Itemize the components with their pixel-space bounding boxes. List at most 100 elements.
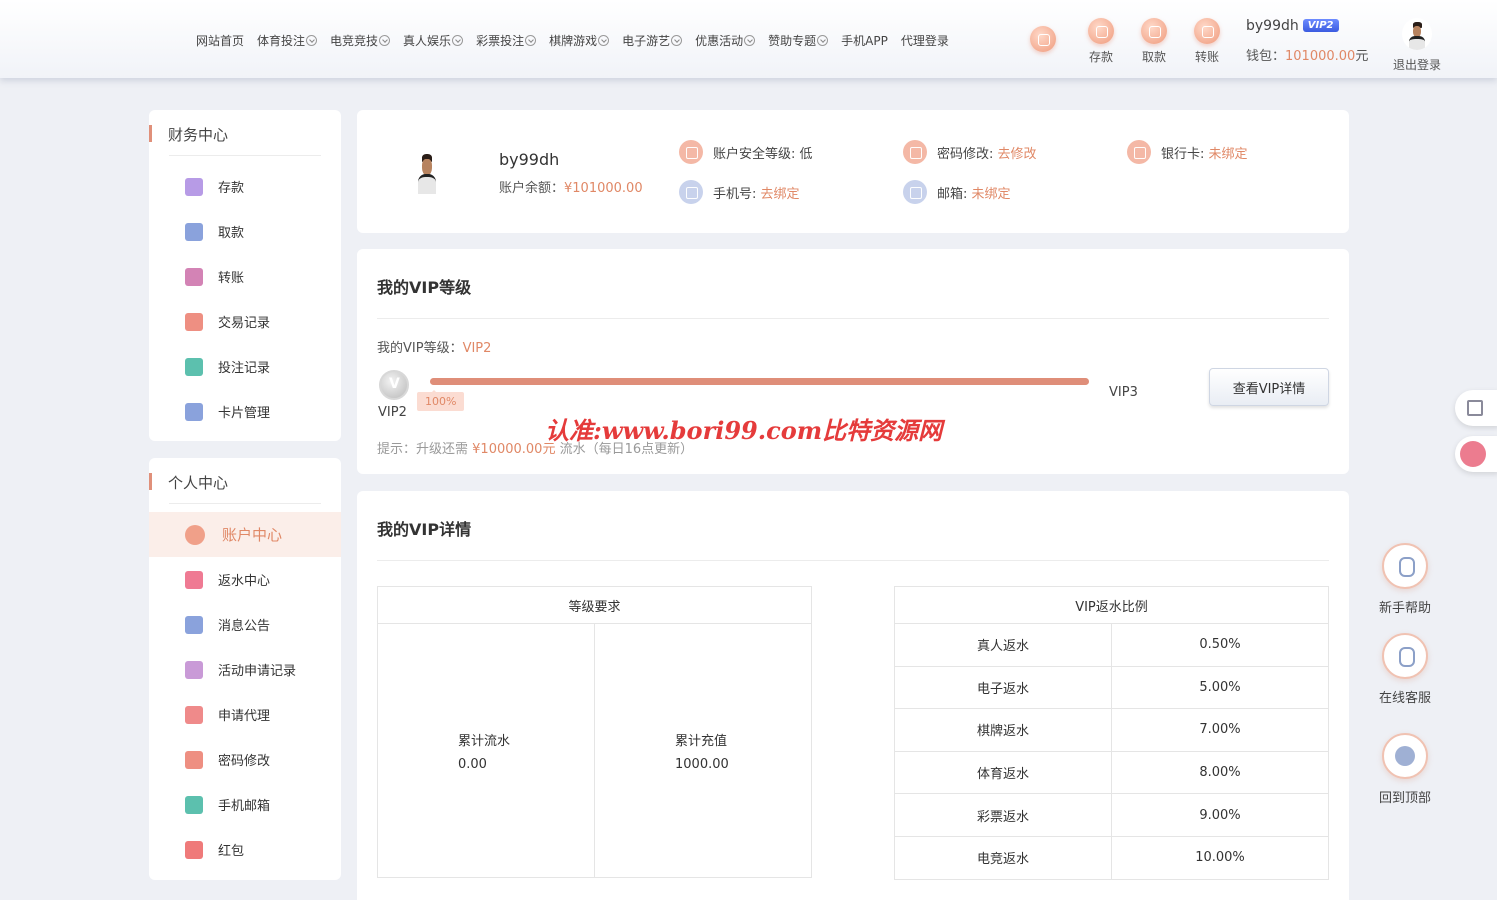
account-info-card: by99dh 账户余额：¥101000.00 账户安全等级: 低 密码修改: 去… <box>357 110 1349 233</box>
security-label: 账户安全等级: <box>713 146 796 162</box>
heart-icon <box>185 524 205 545</box>
bank-card-label: 银行卡: <box>1161 146 1205 162</box>
nav-item-label: 电子游艺 <box>622 34 671 48</box>
divider <box>169 155 321 156</box>
message-icon[interactable] <box>1030 26 1056 52</box>
sidebar-item[interactable]: 活动申请记录 <box>149 647 341 692</box>
nav-item-label: 手机APP <box>841 34 888 48</box>
header-user: by99dh VIP2 <box>1246 18 1339 34</box>
chevron-down-icon <box>452 35 464 46</box>
language-tab[interactable] <box>1455 436 1497 472</box>
wallet-amount: 101000.00 <box>1285 49 1356 64</box>
nav-item[interactable]: 电子游艺 <box>622 32 683 49</box>
mail-icon <box>903 180 927 204</box>
arrow-up-icon <box>1382 733 1428 779</box>
vip-level-label: 我的VIP等级： <box>377 341 463 356</box>
nav-item[interactable]: 彩票投注 <box>476 32 537 49</box>
rebate-row: 电子返水 5.00% <box>894 665 1329 710</box>
logout-button[interactable]: 退出登录 <box>1390 18 1444 73</box>
sidebar-item-label: 密码修改 <box>218 754 271 769</box>
nav-item[interactable]: 手机APP <box>841 32 888 49</box>
email-bind-link[interactable]: 未绑定 <box>972 183 1011 202</box>
user-avatar <box>409 148 445 194</box>
balance-label: 账户余额： <box>499 181 565 196</box>
sidebar-item[interactable]: 密码修改 <box>149 737 341 782</box>
sidebar-item[interactable]: 红包 <box>149 827 341 872</box>
sidebar-item[interactable]: 交易记录 <box>149 299 341 344</box>
security-level: 账户安全等级: 低 <box>679 140 813 164</box>
personal-center-title: 个人中心 <box>148 473 229 492</box>
beginner-help-button[interactable]: 新手帮助 <box>1372 543 1438 616</box>
sidebar-item[interactable]: 存款 <box>149 164 341 209</box>
password-label: 密码修改: <box>937 146 994 162</box>
rebate-type: 真人返水 <box>894 623 1112 667</box>
sidebar-item[interactable]: 返水中心 <box>149 557 341 602</box>
sidebar-item-label: 消息公告 <box>218 619 271 634</box>
header-transfer-label: 转账 <box>1194 50 1219 64</box>
back-to-top-label: 回到顶部 <box>1378 791 1431 806</box>
nav-item-label: 电竞竞技 <box>330 34 379 48</box>
view-vip-details-button[interactable]: 查看VIP详情 <box>1209 368 1329 406</box>
vip-details-card: 我的VIP详情 等级要求 累计流水 0.00 累计充值 1000.00 VIP返… <box>357 491 1349 900</box>
lock-icon <box>185 750 203 769</box>
nav-item[interactable]: 真人娱乐 <box>403 32 464 49</box>
rebate-type: 电竞返水 <box>894 835 1112 880</box>
sidebar-item[interactable]: 申请代理 <box>149 692 341 737</box>
header-deposit-button[interactable]: 存款 <box>1081 18 1121 65</box>
phone-bind-link[interactable]: 去绑定 <box>761 183 800 202</box>
requirement-value: 0.00 <box>458 756 487 772</box>
chevron-down-icon <box>598 35 610 46</box>
lock-icon <box>903 140 927 164</box>
nav-item[interactable]: 棋牌游戏 <box>549 32 610 49</box>
rebate-header: VIP返水比例 <box>894 586 1329 624</box>
online-service-button[interactable]: 在线客服 <box>1372 633 1438 706</box>
nav-item[interactable]: 代理登录 <box>901 32 949 49</box>
vip-progress-label: 100% <box>417 390 465 411</box>
requirement-value: 1000.00 <box>675 756 729 772</box>
vip-medal-icon <box>379 370 409 400</box>
sidebar-item[interactable]: 账户中心 <box>149 512 341 557</box>
help-label: 新手帮助 <box>1378 601 1431 616</box>
deposit-icon <box>1088 18 1114 44</box>
sidebar-item-label: 转账 <box>218 271 245 286</box>
sidebar-item[interactable]: 投注记录 <box>149 344 341 389</box>
translate-icon <box>1460 441 1486 467</box>
gift-icon <box>185 570 203 589</box>
qr-code-tab[interactable] <box>1455 390 1497 426</box>
nav-item[interactable]: 优惠活动 <box>695 32 756 49</box>
back-to-top-button[interactable]: 回到顶部 <box>1372 733 1438 806</box>
transfer-icon <box>185 267 203 286</box>
password-change-link[interactable]: 去修改 <box>998 143 1037 162</box>
nav-item[interactable]: 网站首页 <box>196 32 244 49</box>
red-packet-icon <box>185 840 203 859</box>
sidebar-item[interactable]: 取款 <box>149 209 341 254</box>
account-username: by99dh <box>499 150 560 169</box>
email-label: 邮箱: <box>937 186 968 202</box>
rebate-rate: 7.00% <box>1111 708 1329 752</box>
nav-item[interactable]: 电竞竞技 <box>330 32 391 49</box>
rebate-type: 电子返水 <box>894 665 1112 710</box>
bank-card-bind-link[interactable]: 未绑定 <box>1209 143 1248 162</box>
header-avatar <box>1402 18 1432 50</box>
wallet-unit: 元 <box>1355 49 1369 64</box>
nav-item[interactable]: 体育投注 <box>257 32 318 49</box>
rebate-rate: 0.50% <box>1111 623 1329 667</box>
header-transfer-button[interactable]: 转账 <box>1187 18 1227 65</box>
sidebar-item[interactable]: 消息公告 <box>149 602 341 647</box>
divider <box>169 503 321 504</box>
nav-item[interactable]: 赞助专题 <box>768 32 829 49</box>
wallet-label: 钱包： <box>1246 49 1286 64</box>
sidebar-item[interactable]: 卡片管理 <box>149 389 341 434</box>
sidebar-item-label: 取款 <box>218 226 245 241</box>
account-balance: 账户余额：¥101000.00 <box>499 177 643 196</box>
wallet-icon <box>185 177 203 196</box>
sidebar-item[interactable]: 转账 <box>149 254 341 299</box>
header-withdraw-button[interactable]: 取款 <box>1134 18 1174 65</box>
nav-item-label: 优惠活动 <box>695 34 744 48</box>
vip-level-row: 我的VIP等级：VIP2 <box>377 337 491 356</box>
security-value: 低 <box>799 146 813 162</box>
vip-rebate-table: VIP返水比例 真人返水 0.50% 电子返水 5.00% 棋牌返水 7.00% 体育返水 8… <box>894 586 1329 880</box>
phone-label: 手机号: <box>713 186 757 202</box>
requirement-label: 累计充值 <box>675 733 728 749</box>
sidebar-item[interactable]: 手机邮箱 <box>149 782 341 827</box>
